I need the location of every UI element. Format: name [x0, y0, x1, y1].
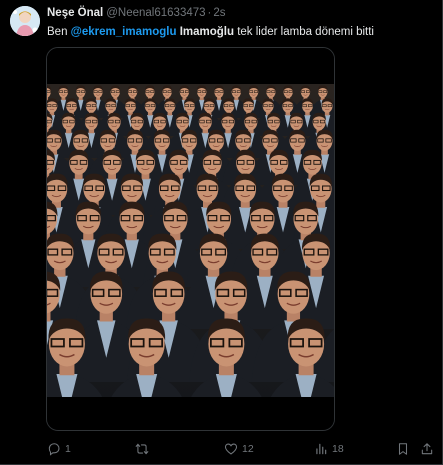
heart-icon	[224, 443, 238, 455]
reply-count: 1	[65, 443, 71, 455]
photo-collage-icon	[47, 48, 334, 430]
tweet-text-rest: tek lider lamba dönemi bitti	[237, 26, 374, 38]
author-handle[interactable]: @Neenal61633473	[106, 7, 205, 19]
bookmark-button[interactable]	[396, 440, 410, 458]
view-count: 18	[332, 443, 344, 455]
tweet[interactable]: Neşe Önal @Neenal61633473 · 2s Ben @ekrem_i…	[0, 0, 443, 465]
reply-icon	[48, 443, 60, 456]
reply-button[interactable]: 1	[47, 440, 71, 458]
mention-link[interactable]: @ekrem_imamoglu	[71, 26, 177, 38]
share-button[interactable]	[420, 440, 434, 458]
retweet-button[interactable]	[135, 440, 153, 458]
share-icon	[421, 443, 433, 455]
author-name[interactable]: Neşe Önal	[47, 7, 103, 19]
tweet-text: Ben @ekrem_imamoglu Imamoğlu tek lider l…	[47, 26, 374, 38]
tweet-bold-word: Imamoğlu	[179, 26, 234, 38]
tweet-actions: 1 12 18	[0, 440, 443, 458]
views-chart-icon	[316, 443, 327, 455]
tweet-text-start: Ben	[47, 26, 68, 38]
like-button[interactable]: 12	[224, 440, 254, 458]
bookmark-icon	[398, 443, 408, 455]
avatar-image-icon	[10, 6, 40, 36]
author-avatar[interactable]	[10, 6, 40, 36]
separator-dot: ·	[207, 7, 212, 19]
tweet-header: Neşe Önal @Neenal61633473 · 2s	[47, 7, 226, 19]
retweet-icon	[135, 443, 149, 455]
tweet-media[interactable]	[46, 47, 335, 431]
views-button[interactable]: 18	[314, 440, 344, 458]
tweet-timestamp[interactable]: 2s	[213, 7, 225, 19]
like-count: 12	[242, 443, 254, 455]
